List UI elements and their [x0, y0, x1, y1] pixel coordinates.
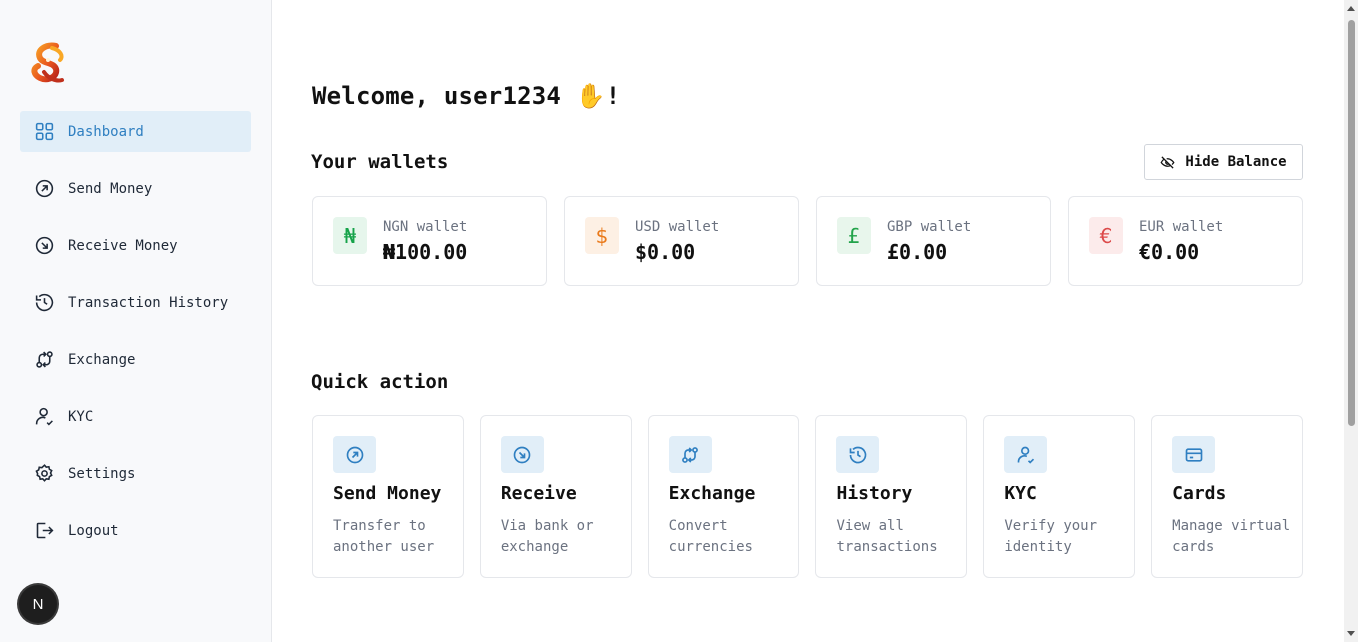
grid-icon — [33, 121, 55, 143]
wallet-amount: £0.00 — [887, 240, 948, 264]
sidebar-item-receive-money[interactable]: Receive Money — [20, 225, 251, 266]
arrow-down-right-circle-icon — [500, 436, 544, 473]
gear-icon — [33, 463, 55, 485]
wallet-label: NGN wallet — [383, 219, 468, 235]
scrollbar-thumb[interactable] — [1348, 20, 1355, 426]
action-card-kyc[interactable]: KYC Verify your identity — [983, 415, 1136, 578]
sidebar-item-label: Exchange — [68, 351, 136, 368]
hide-balance-label: Hide Balance — [1185, 154, 1287, 170]
wallets-row: ₦ NGN wallet ₦100.00 $ USD wallet $0.00 … — [312, 196, 1303, 286]
action-card-receive[interactable]: Receive Via bank or exchange — [479, 415, 632, 578]
action-description: Manage virtual cards — [1172, 518, 1291, 555]
sidebar-item-label: Send Money — [68, 180, 153, 197]
main-content: Welcome, user1234 ✋! Your wallets Hide B… — [272, 0, 1344, 642]
sidebar-item-transaction-history[interactable]: Transaction History — [20, 282, 251, 323]
sidebar-item-label: Settings — [68, 465, 136, 482]
wallet-label: GBP wallet — [887, 219, 972, 235]
arrow-up-right-circle-icon — [333, 436, 376, 473]
sidebar-nav: Dashboard Send Money Receive Money Trans… — [20, 111, 251, 567]
user-check-icon — [33, 406, 55, 428]
sidebar-item-label: Transaction History — [68, 294, 229, 311]
action-card-cards[interactable]: Cards Manage virtual cards — [1151, 415, 1303, 578]
eye-off-icon — [1160, 155, 1175, 169]
scroll-up-arrow-icon[interactable] — [1347, 6, 1355, 11]
sidebar-item-send-money[interactable]: Send Money — [20, 168, 251, 209]
wallet-label: USD wallet — [635, 219, 720, 235]
scroll-down-arrow-icon[interactable] — [1347, 631, 1355, 636]
user-check-icon — [1004, 436, 1048, 473]
wallet-amount: €0.00 — [1139, 240, 1200, 264]
exchange-icon — [668, 436, 712, 473]
history-icon — [33, 292, 55, 314]
wallet-amount: $0.00 — [635, 240, 696, 264]
sidebar-item-label: KYC — [68, 408, 94, 425]
action-description: Via bank or exchange — [500, 518, 594, 555]
sidebar-item-label: Dashboard — [68, 123, 144, 140]
euro-icon: € — [1089, 217, 1123, 254]
arrow-up-right-circle-icon — [33, 178, 55, 200]
logout-icon — [33, 520, 55, 542]
action-title: Receive — [500, 483, 577, 504]
wallet-card-eur[interactable]: € EUR wallet €0.00 — [1068, 196, 1303, 286]
sidebar-item-kyc[interactable]: KYC — [20, 396, 251, 437]
action-description: Verify your identity — [1004, 518, 1098, 555]
dollar-icon: $ — [585, 217, 619, 254]
action-card-history[interactable]: History View all transactions — [815, 415, 968, 578]
action-description: Transfer to another user — [333, 518, 435, 555]
sidebar-item-exchange[interactable]: Exchange — [20, 339, 251, 380]
action-description: Convert currencies — [668, 518, 753, 555]
quick-actions-row: Send Money Transfer to another user Rece… — [312, 415, 1303, 578]
wallet-label: EUR wallet — [1139, 219, 1224, 235]
wallet-amount: ₦100.00 — [383, 240, 468, 264]
arrow-down-right-circle-icon — [33, 235, 55, 257]
action-title: Exchange — [668, 483, 756, 504]
action-card-send-money[interactable]: Send Money Transfer to another user — [312, 415, 464, 578]
history-icon — [836, 436, 880, 473]
action-card-exchange[interactable]: Exchange Convert currencies — [647, 415, 800, 578]
exchange-icon — [33, 349, 55, 371]
brand-logo-icon[interactable] — [26, 42, 70, 88]
naira-icon: ₦ — [333, 217, 367, 254]
action-title: Cards — [1172, 483, 1227, 504]
avatar[interactable]: N — [19, 585, 57, 623]
wallet-card-usd[interactable]: $ USD wallet $0.00 — [564, 196, 799, 286]
pound-icon: £ — [837, 217, 871, 254]
wallet-card-ngn[interactable]: ₦ NGN wallet ₦100.00 — [312, 196, 547, 286]
credit-card-icon — [1172, 436, 1216, 473]
sidebar-item-label: Logout — [68, 522, 119, 539]
sidebar-item-logout[interactable]: Logout — [20, 510, 251, 551]
sidebar: Dashboard Send Money Receive Money Trans… — [0, 0, 272, 642]
welcome-heading: Welcome, user1234 ✋! — [312, 82, 621, 110]
action-title: KYC — [1004, 483, 1037, 504]
sidebar-item-label: Receive Money — [68, 237, 178, 254]
wallet-card-gbp[interactable]: £ GBP wallet £0.00 — [816, 196, 1051, 286]
sidebar-item-dashboard[interactable]: Dashboard — [20, 111, 251, 152]
page-scrollbar[interactable] — [1344, 0, 1358, 642]
quick-action-title: Quick action — [311, 371, 449, 393]
action-title: Send Money — [333, 483, 442, 504]
wallets-title: Your wallets — [311, 151, 449, 173]
action-title: History — [836, 483, 913, 504]
hide-balance-button[interactable]: Hide Balance — [1144, 144, 1303, 180]
sidebar-item-settings[interactable]: Settings — [20, 453, 251, 494]
action-description: View all transactions — [836, 518, 938, 555]
